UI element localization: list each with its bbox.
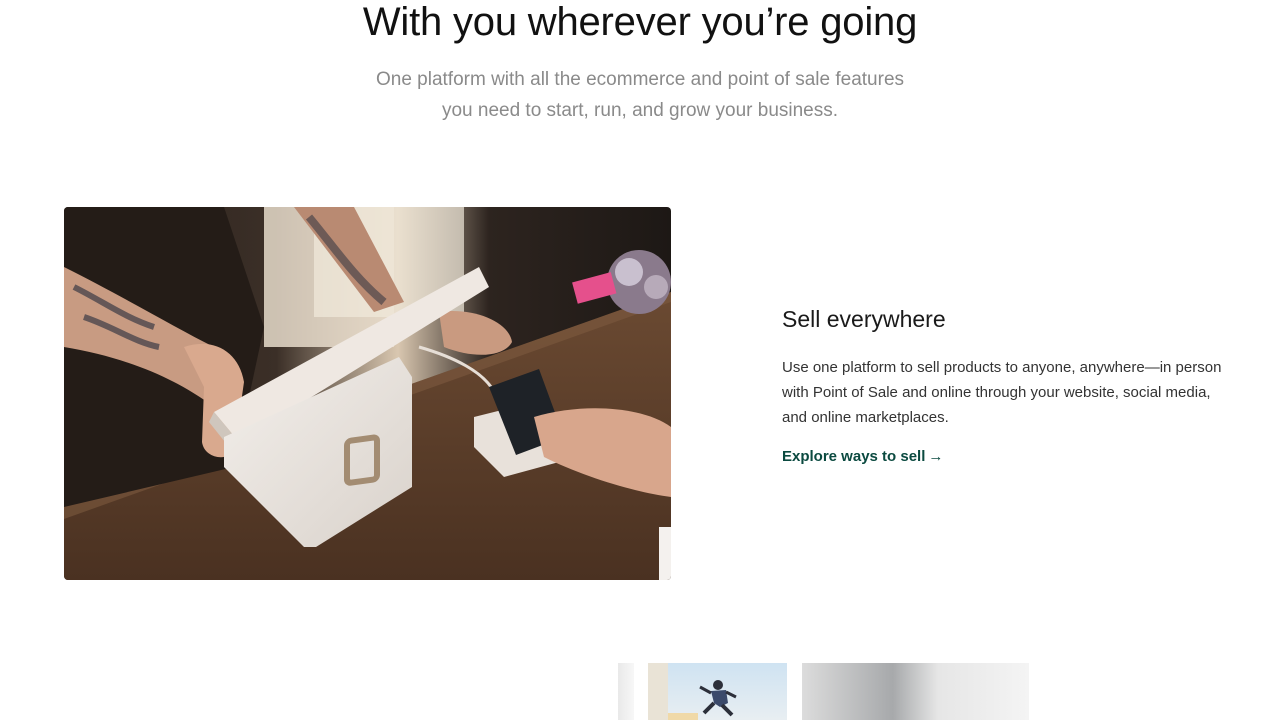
hero-subtitle-line-1: One platform with all the ecommerce and … (375, 69, 905, 90)
point-of-sale-photo (64, 207, 671, 580)
feature-description: Use one platform to sell products to any… (782, 359, 1222, 426)
hero-subtitle: One platform with all the ecommerce and … (340, 64, 940, 126)
next-section-image-edge (618, 663, 634, 720)
hero-subtitle-line-2: you need to start, run, and grow your bu… (441, 100, 839, 121)
explore-link-label: Explore ways to sell (782, 448, 926, 465)
next-section-photo-jumper (648, 663, 787, 720)
hero-title: With you wherever you’re going (362, 0, 918, 44)
arrow-right-icon: → (928, 448, 944, 465)
feature-heading: Sell everywhere (782, 306, 946, 332)
next-section-photo-light (802, 663, 1029, 720)
explore-ways-to-sell-link[interactable]: Explore ways to sell → (782, 448, 943, 465)
